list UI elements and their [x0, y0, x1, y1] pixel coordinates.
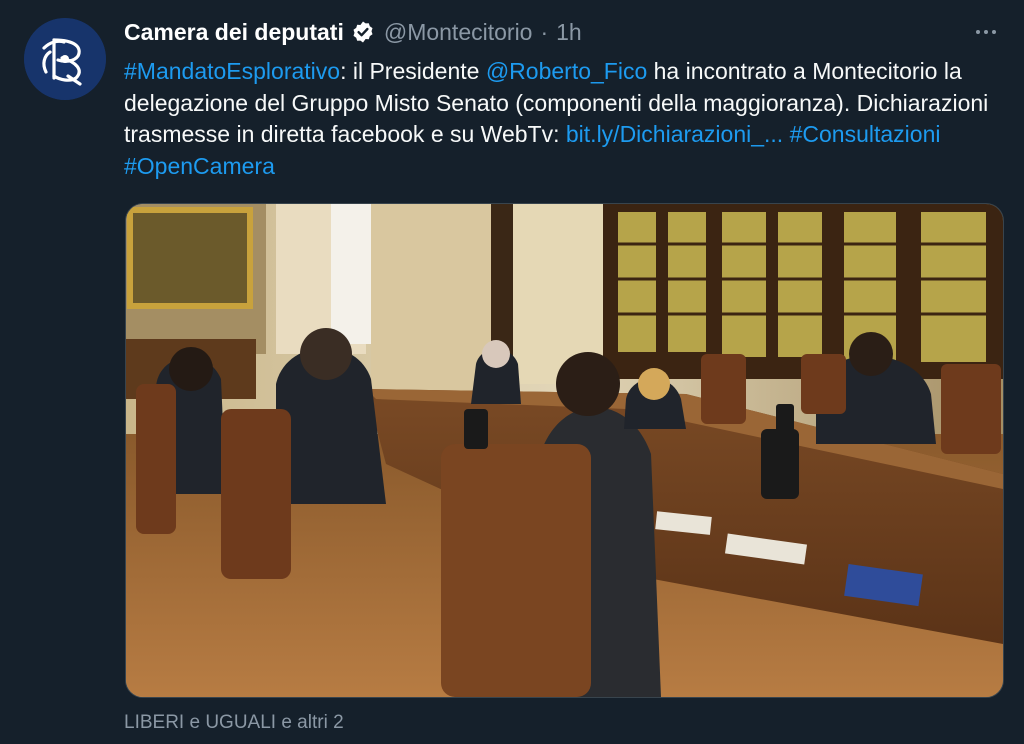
- hashtag-mandato-esplorativo[interactable]: #MandatoEsplorativo: [124, 58, 340, 84]
- tagged-people[interactable]: LIBERI e UGUALI e altri 2: [124, 712, 344, 734]
- tweet-header: Camera dei deputati @Montecitorio · 1h: [124, 16, 582, 48]
- tweet-timestamp[interactable]: 1h: [556, 19, 582, 46]
- hashtag-consultazioni[interactable]: #Consultazioni: [790, 121, 941, 147]
- tweet-text: #MandatoEsplorativo: il Presidente @Robe…: [124, 56, 1004, 182]
- tweet-photo[interactable]: [125, 203, 1004, 698]
- tweet: Camera dei deputati @Montecitorio · 1h #…: [0, 0, 1024, 744]
- hashtag-opencamera[interactable]: #OpenCamera: [124, 153, 275, 179]
- separator-dot: ·: [540, 18, 549, 45]
- meeting-room-photo: [126, 204, 1003, 697]
- author-display-name[interactable]: Camera dei deputati: [124, 19, 344, 46]
- tweet-text-part1: : il Presidente: [340, 58, 486, 84]
- verified-badge-icon: [353, 21, 373, 43]
- dichiarazioni-link[interactable]: bit.ly/Dichiarazioni_...: [566, 121, 783, 147]
- avatar[interactable]: [24, 18, 106, 100]
- rp-monogram-logo-icon: [24, 18, 106, 100]
- more-dots-icon[interactable]: [968, 14, 1004, 50]
- author-handle[interactable]: @Montecitorio: [384, 19, 533, 46]
- mention-roberto-fico[interactable]: @Roberto_Fico: [486, 58, 647, 84]
